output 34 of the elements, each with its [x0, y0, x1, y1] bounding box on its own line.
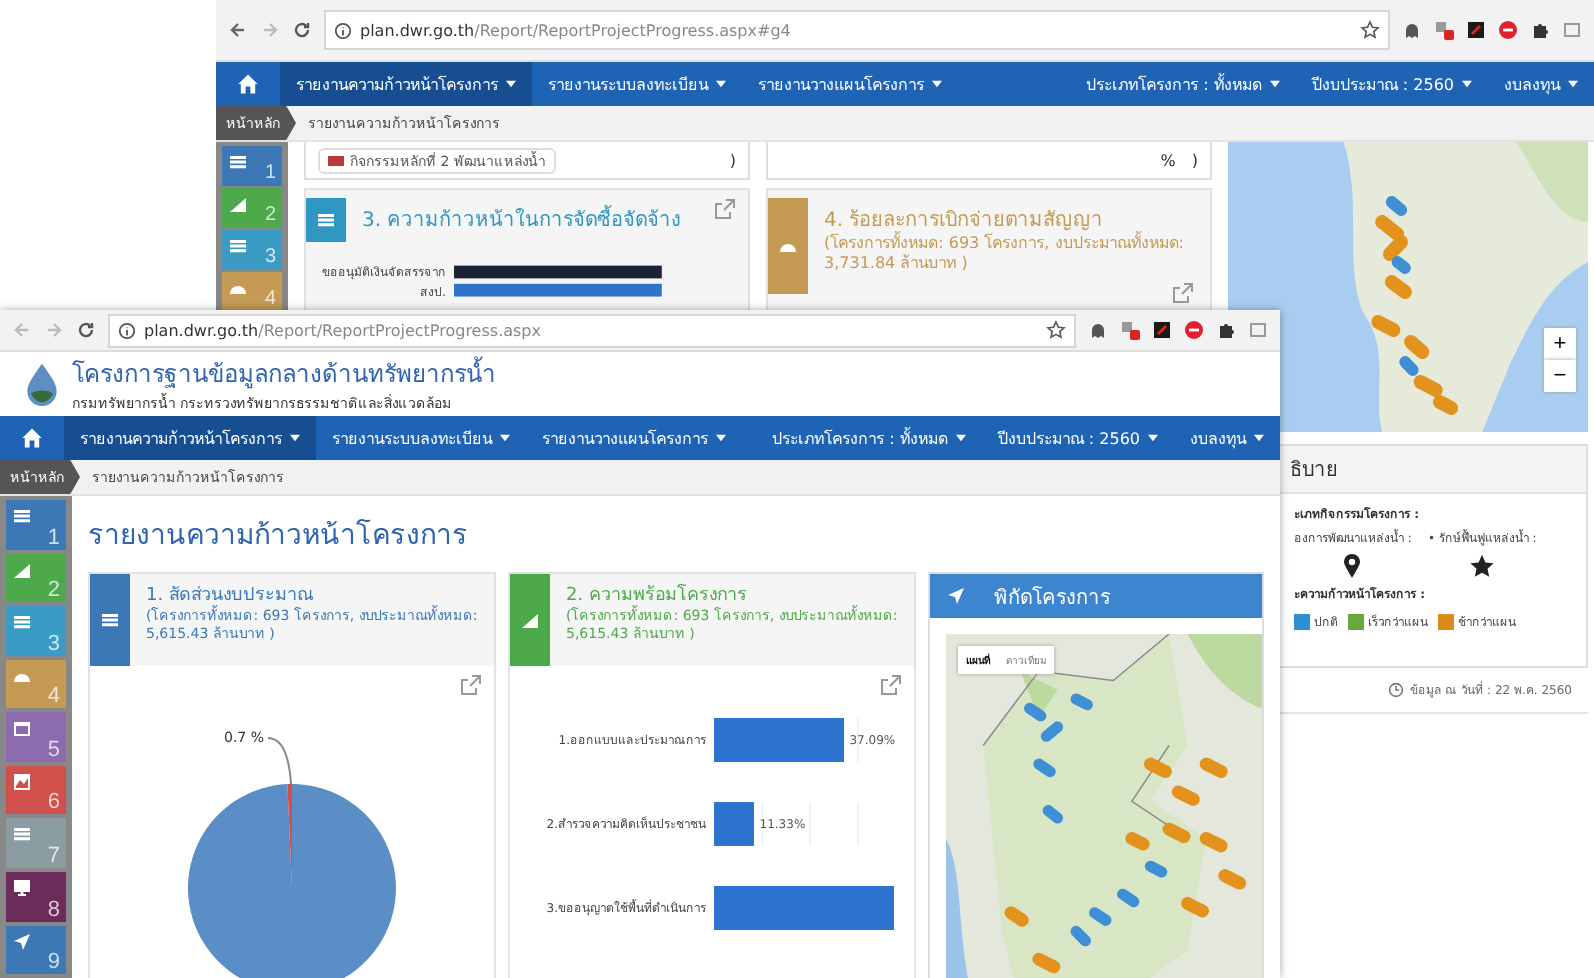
- menu-item[interactable]: รายงานระบบลงทะเบียน: [532, 62, 742, 106]
- percent-text: %: [1160, 151, 1176, 169]
- section-shortcut[interactable]: 6: [6, 765, 66, 815]
- address-bar[interactable]: plan.dwr.go.th/Report/ReportProjectProgress.aspx#g4: [324, 10, 1390, 50]
- section-shortcut[interactable]: 1: [6, 500, 66, 550]
- section-shortcut[interactable]: 9: [6, 925, 66, 975]
- filter-dropdown[interactable]: งบลงทุน: [1488, 62, 1594, 106]
- card-title: 3. ความก้าวหน้าในการจัดซื้อจัดจ้าง: [362, 204, 696, 234]
- filter-dropdown[interactable]: ประเภทโครงการ : ทั้งหมด: [1070, 62, 1296, 106]
- address-bar[interactable]: plan.dwr.go.th/Report/ReportProjectProgress.aspx: [108, 313, 1076, 347]
- paren-text: ): [729, 151, 736, 169]
- menu-item[interactable]: รายงานความก้าวหน้าโครงการ: [64, 416, 316, 460]
- filter-dropdown[interactable]: งบลงทุน: [1174, 416, 1280, 460]
- page-title: รายงานความก้าวหน้าโครงการ: [88, 517, 470, 556]
- menu-item[interactable]: รายงานระบบลงทะเบียน: [316, 416, 526, 460]
- section-shortcut[interactable]: 5: [6, 712, 66, 762]
- section-shortcut[interactable]: 1: [222, 146, 282, 186]
- filter-dropdown[interactable]: ปีงบประมาณ : 2560: [981, 416, 1174, 460]
- menu-item[interactable]: รายงานวางแผนโครงการ: [742, 62, 958, 106]
- zoom-in-button[interactable]: +: [1544, 328, 1576, 360]
- menu-item[interactable]: รายงานวางแผนโครงการ: [526, 416, 742, 460]
- card-title: 2. ความพร้อมโครงการ: [566, 581, 749, 606]
- legend-title: ธิบาย: [1290, 460, 1338, 482]
- paren-text: ): [1191, 151, 1198, 169]
- site-title: โครงการฐานข้อมูลกลางด้านทรัพยากรน้ำ: [72, 354, 496, 392]
- filter-dropdown[interactable]: ปีงบประมาณ : 2560: [1295, 62, 1488, 106]
- menu-item[interactable]: รายงานความก้าวหน้าโครงการ: [280, 62, 532, 106]
- card-title: พิกัดโครงการ: [994, 584, 1110, 611]
- section-shortcut[interactable]: 8: [6, 871, 66, 921]
- filter-dropdown[interactable]: ประเภทโครงการ : ทั้งหมด: [756, 416, 982, 460]
- card-title: 1. สัดส่วนงบประมาณ: [146, 584, 315, 606]
- card-title: 4. ร้อยละการเบิกจ่ายตามสัญญา: [824, 207, 1104, 232]
- card-subtitle: (โครงการทั้งหมด: 693 โครงการ, งบประมาณทั้งหมด: 3,731.84 ล้านบาท ): [824, 234, 1186, 273]
- zoom-out-button[interactable]: −: [1544, 360, 1576, 392]
